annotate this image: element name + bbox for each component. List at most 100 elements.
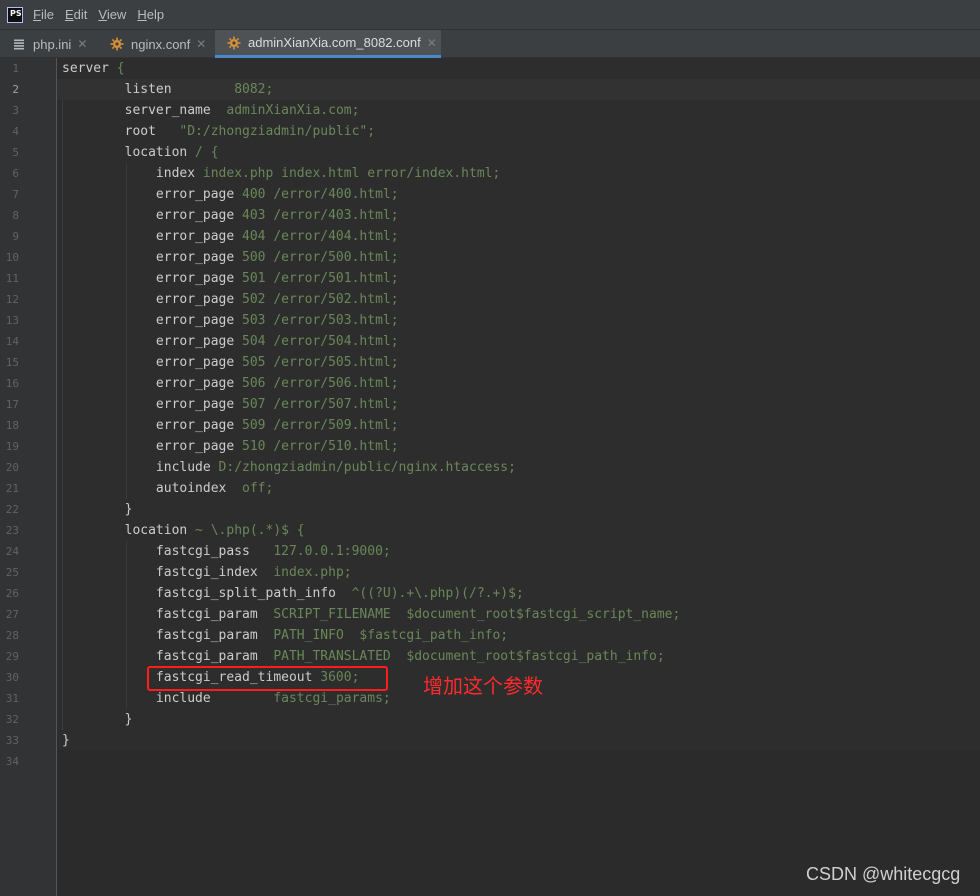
code-line[interactable]: error_page 502 /error/502.html; (57, 289, 980, 310)
value-token: 500 /error/500.html; (234, 250, 399, 265)
value-token: 400 /error/400.html; (234, 187, 399, 202)
menu-mnemonic: E (64, 7, 74, 22)
line-number: 22 (5, 503, 19, 516)
code-line[interactable]: fastcgi_split_path_info ^((?U).+\.php)(/… (57, 583, 980, 604)
close-icon[interactable]: ✕ (196, 37, 206, 51)
line-number: 20 (5, 461, 19, 474)
code-line[interactable]: error_page 404 /error/404.html; (57, 226, 980, 247)
directive-token: error_page (62, 418, 235, 433)
code-line[interactable]: } (57, 730, 980, 751)
code-line[interactable]: server { (57, 58, 980, 79)
line-number: 26 (5, 587, 19, 600)
line-number: 19 (5, 440, 19, 453)
code-line[interactable]: listen 8082; (57, 79, 980, 100)
value-token: ~ \.php(.*)$ { (187, 523, 305, 538)
code-line[interactable]: error_page 500 /error/500.html; (57, 247, 980, 268)
code-line[interactable]: fastcgi_index index.php; (57, 562, 980, 583)
code-line[interactable]: error_page 400 /error/400.html; (57, 184, 980, 205)
code-line[interactable] (57, 751, 980, 772)
line-number: 17 (5, 398, 19, 411)
directive-token: location (62, 145, 188, 160)
code-line[interactable]: server_name adminXianXia.com; (57, 100, 980, 121)
line-number: 3 (12, 104, 19, 117)
code-line[interactable]: error_page 403 /error/403.html; (57, 205, 980, 226)
directive-token: include (62, 460, 211, 475)
code-line[interactable]: error_page 501 /error/501.html; (57, 268, 980, 289)
value-token: adminXianXia.com; (210, 103, 360, 118)
code-line[interactable]: index index.php index.html error/index.h… (57, 163, 980, 184)
code-line[interactable]: error_page 503 /error/503.html; (57, 310, 980, 331)
code-line[interactable]: error_page 505 /error/505.html; (57, 352, 980, 373)
directive-token: server (62, 61, 109, 76)
value-token: "D:/zhongziadmin/public"; (155, 124, 376, 139)
code-line[interactable]: } (57, 709, 980, 730)
code-line[interactable]: fastcgi_pass 127.0.0.1:9000; (57, 541, 980, 562)
code-line[interactable]: error_page 506 /error/506.html; (57, 373, 980, 394)
value-token: 510 /error/510.html; (234, 439, 399, 454)
line-number: 8 (12, 209, 19, 222)
config-file-icon (110, 37, 124, 51)
menu-items: File Edit View Help (33, 7, 175, 22)
directive-token: include (62, 691, 211, 706)
menu-view[interactable]: View (98, 7, 126, 22)
code-line[interactable]: fastcgi_param SCRIPT_FILENAME $document_… (57, 604, 980, 625)
line-number: 11 (5, 272, 19, 285)
value-token: 503 /error/503.html; (234, 313, 399, 328)
close-icon[interactable]: ✕ (77, 37, 87, 51)
code-line[interactable]: fastcgi_param PATH_TRANSLATED $document_… (57, 646, 980, 667)
text-file-icon (12, 37, 26, 51)
directive-token: fastcgi_param (62, 649, 258, 664)
value-token: SCRIPT_FILENAME $document_root$fastcgi_s… (257, 607, 681, 622)
line-number: 2 (12, 83, 19, 96)
line-number: 33 (5, 734, 19, 747)
code-editor[interactable]: server { listen 8082; server_name adminX… (57, 58, 980, 896)
directive-token: error_page (62, 292, 235, 307)
directive-token: error_page (62, 355, 235, 370)
menu-help[interactable]: Help (137, 7, 164, 22)
tab-adminxianxia-com-8082-conf[interactable]: adminXianXia.com_8082.conf ✕ (215, 30, 441, 58)
line-number: 5 (12, 146, 19, 159)
value-token: / { (187, 145, 219, 160)
code-line[interactable]: error_page 507 /error/507.html; (57, 394, 980, 415)
line-number: 30 (5, 671, 19, 684)
value-token: 403 /error/403.html; (234, 208, 399, 223)
value-token: 8082; (171, 82, 274, 97)
directive-token: error_page (62, 376, 235, 391)
value-token: fastcgi_params; (210, 691, 391, 706)
line-number: 27 (5, 608, 19, 621)
tab-php-ini[interactable]: php.ini ✕ (0, 30, 96, 58)
code-line[interactable]: include D:/zhongziadmin/public/nginx.hta… (57, 457, 980, 478)
menu-edit[interactable]: Edit (65, 7, 87, 22)
value-token: 505 /error/505.html; (234, 355, 399, 370)
menu-file[interactable]: File (33, 7, 54, 22)
code-line[interactable]: fastcgi_param PATH_INFO $fastcgi_path_in… (57, 625, 980, 646)
line-number: 28 (5, 629, 19, 642)
code-line[interactable]: error_page 509 /error/509.html; (57, 415, 980, 436)
value-token: 507 /error/507.html; (234, 397, 399, 412)
code-line[interactable]: location / { (57, 142, 980, 163)
phpstorm-logo-icon: PS (7, 6, 23, 23)
code-line[interactable]: error_page 504 /error/504.html; (57, 331, 980, 352)
directive-token: index (62, 166, 196, 181)
line-number: 15 (5, 356, 19, 369)
code-line[interactable]: } (57, 499, 980, 520)
line-number: 9 (12, 230, 19, 243)
directive-token: error_page (62, 229, 235, 244)
value-token: 404 /error/404.html; (234, 229, 399, 244)
value-token: 509 /error/509.html; (234, 418, 399, 433)
directive-token: root (62, 124, 156, 139)
line-number: 10 (5, 251, 19, 264)
directive-token: error_page (62, 313, 235, 328)
code-line[interactable]: root "D:/zhongziadmin/public"; (57, 121, 980, 142)
code-line[interactable]: location ~ \.php(.*)$ { (57, 520, 980, 541)
close-icon[interactable]: ✕ (427, 36, 437, 50)
line-number: 23 (5, 524, 19, 537)
directive-token: error_page (62, 208, 235, 223)
line-number: 24 (5, 545, 19, 558)
tab-nginx-conf[interactable]: nginx.conf ✕ (98, 30, 214, 58)
line-number: 6 (12, 167, 19, 180)
code-line[interactable]: error_page 510 /error/510.html; (57, 436, 980, 457)
line-number: 31 (5, 692, 19, 705)
code-line[interactable]: autoindex off; (57, 478, 980, 499)
annotation-text: 增加这个参数 (423, 674, 543, 698)
